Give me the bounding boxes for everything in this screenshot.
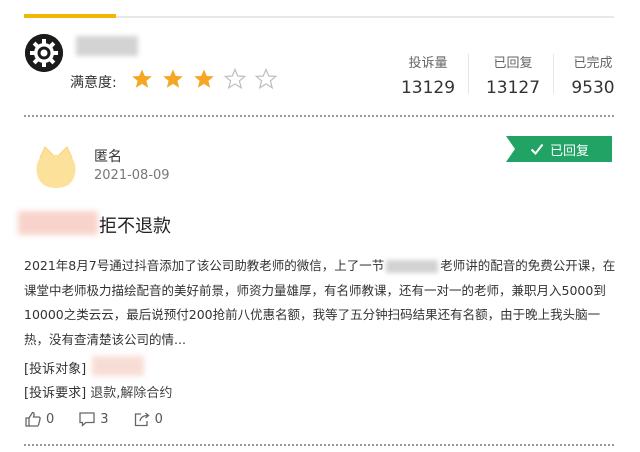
- title-redacted: [18, 211, 98, 235]
- stat-complaints: 投诉量 13129: [393, 52, 463, 98]
- post-date: 2021-08-09: [94, 168, 170, 183]
- cat-avatar-icon: [32, 144, 80, 192]
- stat-label: 已回复: [493, 56, 533, 71]
- share-icon: [133, 410, 151, 428]
- badge-label: 已回复: [549, 143, 589, 159]
- replied-status-badge: 已回复: [506, 136, 612, 162]
- star-empty-icon: [224, 68, 246, 90]
- comment-icon: [78, 410, 96, 428]
- section-divider: [24, 444, 614, 446]
- complaint-body-part1: 2021年8月7号通过抖音添加了该公司助教老师的微信，上了一节: [24, 258, 385, 273]
- stat-divider: [553, 54, 554, 94]
- star-filled-icon: [162, 68, 184, 90]
- thumbs-up-icon: [24, 410, 42, 428]
- company-name-redacted[interactable]: [76, 36, 138, 56]
- complaint-demand-label: [投诉要求]: [24, 386, 87, 401]
- satisfaction-label: 满意度:: [70, 75, 117, 91]
- star-filled-icon: [193, 68, 215, 90]
- stat-label: 已完成: [573, 56, 613, 71]
- stat-replied: 已回复 13127: [478, 52, 548, 98]
- complaint-body[interactable]: 2021年8月7号通过抖音添加了该公司助教老师的微信，上了一节 老师讲的配音的免费…: [24, 254, 616, 352]
- section-divider: [24, 115, 614, 117]
- body-redacted: [386, 260, 439, 273]
- stat-label: 投诉量: [408, 56, 448, 71]
- like-count: 0: [46, 411, 55, 427]
- stat-value: 13127: [485, 78, 541, 98]
- company-logo-icon[interactable]: [25, 34, 63, 72]
- complaint-target-redacted[interactable]: [92, 356, 144, 376]
- active-tab-indicator: [24, 14, 116, 18]
- stat-divider: [468, 54, 469, 94]
- stat-value: 9530: [571, 78, 615, 98]
- complaint-title[interactable]: 拒不退款: [99, 212, 171, 238]
- comment-count: 3: [100, 411, 109, 427]
- star-filled-icon: [131, 68, 153, 90]
- like-button[interactable]: 0: [24, 410, 54, 428]
- share-button[interactable]: 0: [133, 410, 163, 428]
- action-bar: 0 3 0: [24, 410, 187, 428]
- share-count: 0: [154, 411, 163, 427]
- satisfaction-rating: [131, 68, 277, 90]
- complaint-demand: [投诉要求] 退款,解除合约: [24, 382, 172, 401]
- stat-completed: 已完成 9530: [558, 52, 628, 98]
- comment-button[interactable]: 3: [78, 410, 109, 428]
- complaint-target-label: [投诉对象]: [24, 362, 87, 377]
- stat-value: 13129: [400, 78, 456, 98]
- star-empty-icon: [255, 68, 277, 90]
- check-icon: [529, 141, 545, 157]
- author-name: 匿名: [94, 149, 122, 165]
- complaint-demand-value: 退款,解除合约: [90, 386, 173, 401]
